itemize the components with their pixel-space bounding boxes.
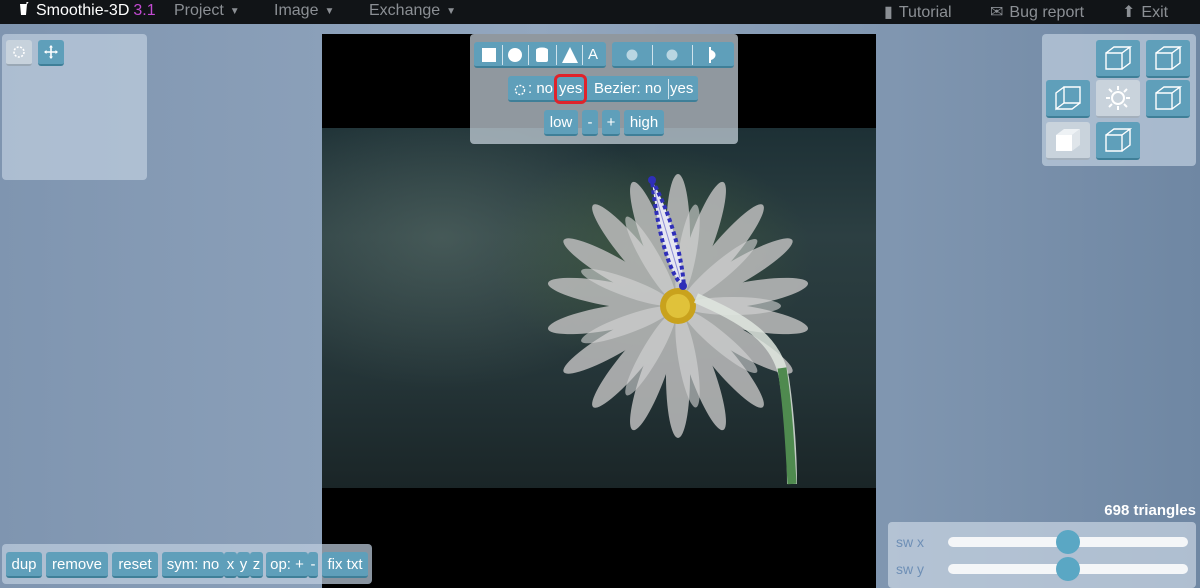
caret-down-icon: ▼ [446,6,457,17]
sw-y-label: sw y [896,561,924,577]
op-plus-button[interactable]: op: + [266,552,308,578]
menu-exit-label: Exit [1141,4,1169,21]
app-version: 3.1 [133,2,156,19]
cube-wireframe-icon [1055,86,1081,111]
remove-button[interactable]: remove [46,552,108,578]
cube-wireframe-icon [1155,86,1182,110]
view-front-button[interactable] [1096,122,1140,160]
view-orientation-panel [1042,34,1196,166]
resolution-plus-button[interactable]: + [602,110,620,136]
view-back-button[interactable] [1146,40,1190,78]
bezier-yes[interactable]: yes [670,76,693,102]
shape-toolbar: A [474,42,606,68]
sphere-smooth-icon[interactable] [666,49,678,61]
sw-x-slider-thumb[interactable] [1056,530,1080,554]
op-minus-button[interactable]: - [308,552,318,578]
book-icon: ▮ [884,4,893,21]
view-right-button[interactable] [1146,80,1190,118]
envelope-icon: ✉ [990,4,1004,21]
cylinder-icon[interactable] [536,47,548,63]
square-icon[interactable] [482,48,496,62]
caret-down-icon: ▼ [229,6,240,17]
menu-project[interactable]: Project ▼ [174,2,240,20]
circle-mode-no[interactable]: : no [528,76,553,102]
arrow-up-icon: ⬆ [1122,4,1136,21]
menu-bug-report-label: Bug report [1009,4,1085,21]
sym-z-button[interactable]: z [250,552,263,578]
half-shape-icon[interactable] [708,47,718,63]
menu-exchange[interactable]: Exchange ▼ [369,2,456,20]
sw-x-label: sw x [896,534,924,550]
view-left-button[interactable] [1046,80,1090,118]
app-brand: Smoothie-3D 3.1 [18,2,156,20]
reset-button[interactable]: reset [112,552,158,578]
menu-exit[interactable]: ⬆ Exit [1122,2,1168,22]
menu-project-label: Project [174,2,224,19]
sphere-rough-icon[interactable] [626,49,638,61]
cone-icon[interactable] [562,47,578,63]
circle-mode-yes[interactable]: yes [553,74,588,104]
dup-button[interactable]: dup [6,552,42,578]
sym-y-button[interactable]: y [237,552,250,578]
view-top-button[interactable] [1096,40,1140,78]
sw-x-slider[interactable] [948,530,1188,554]
texture-toolbar [612,42,734,68]
cube-wireframe-icon [1105,128,1132,152]
resolution-minus-button[interactable]: - [582,110,598,136]
shape-tools-panel: A : no yes Bezier: no yes low - + high [470,34,738,144]
text-tool-button[interactable]: A [588,42,598,68]
solid-cube-icon [1056,129,1080,151]
daisy-flower-graphic [547,174,809,485]
move-button[interactable] [38,40,64,66]
object-actions-bar: dup remove reset sym: no x y z op: + - f… [2,544,372,584]
dotted-circle-icon [514,84,526,96]
caret-down-icon: ▼ [324,6,335,17]
left-tool-panel [2,34,147,180]
daisy-photo [322,128,876,488]
menu-tutorial-label: Tutorial [898,4,952,21]
dotted-circle-icon [13,46,25,58]
menu-bug-report[interactable]: ✉ Bug report [990,2,1084,22]
resolution-high-button[interactable]: high [624,110,664,136]
menu-image[interactable]: Image ▼ [274,2,334,20]
smoothie-logo-icon [20,2,29,15]
menu-image-label: Image [274,2,319,19]
sun-icon [1106,86,1130,110]
menu-tutorial[interactable]: ▮ Tutorial [884,2,952,22]
bezier-no[interactable]: Bezier: no [594,76,662,102]
fix-txt-button[interactable]: fix txt [322,552,368,578]
lighting-button[interactable] [1096,80,1140,118]
sw-y-slider-thumb[interactable] [1056,557,1080,581]
circle-icon[interactable] [508,48,522,62]
triangle-count: 698 triangles [1104,502,1196,519]
app-name: Smoothie-3D [36,2,130,19]
resolution-low-button[interactable]: low [544,110,578,136]
sw-y-slider[interactable] [948,557,1188,581]
sym-x-button[interactable]: x [224,552,237,578]
cube-wireframe-icon [1105,46,1132,70]
menu-exchange-label: Exchange [369,2,441,19]
view-solid-button[interactable] [1046,122,1090,160]
sym-no-button[interactable]: sym: no [162,552,224,578]
cube-wireframe-icon [1155,46,1182,70]
circle-select-button[interactable] [6,40,32,66]
move-cross-icon [44,45,58,59]
menu-bar: Smoothie-3D 3.1 Project ▼ Image ▼ Exchange ▼… [0,0,1200,24]
mode-toggles: : no yes Bezier: no yes [508,74,698,104]
sweep-sliders-panel: sw x sw y [888,522,1196,588]
